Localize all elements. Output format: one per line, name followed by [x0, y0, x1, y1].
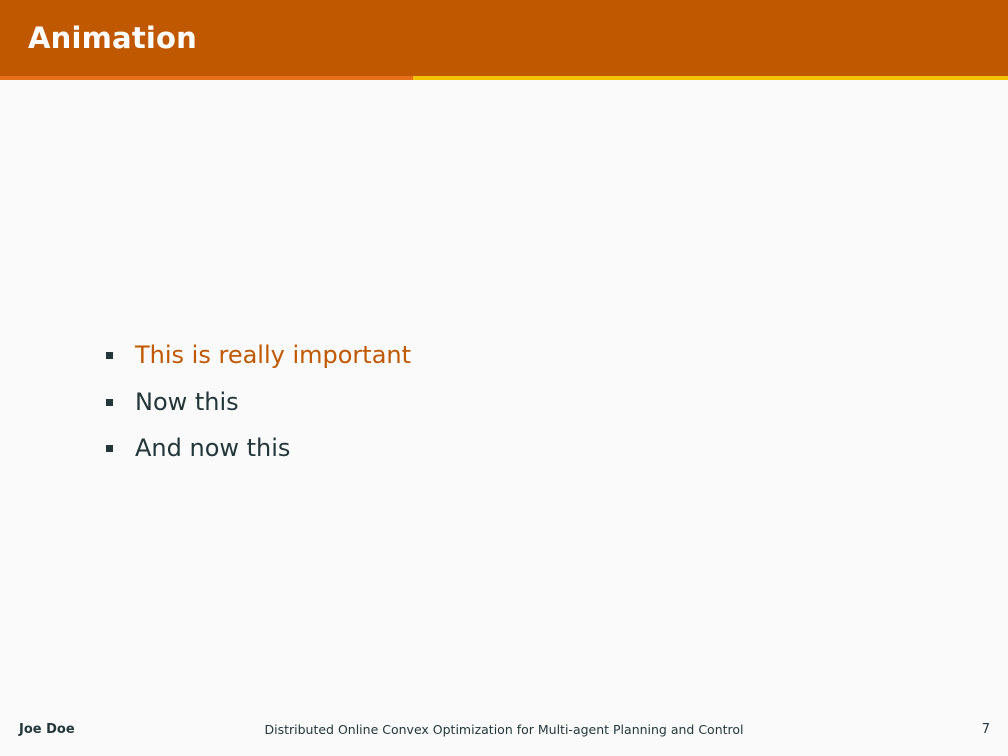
footer-title: Distributed Online Convex Optimization f…	[264, 722, 744, 737]
progress-bar-fill	[0, 76, 414, 80]
page-number: 7	[981, 722, 990, 737]
frame-title: Animation	[28, 21, 197, 55]
list-item: This is really important	[100, 336, 411, 383]
footer-author: Joe Doe	[19, 722, 75, 737]
list-item-text: Now this	[135, 387, 239, 416]
square-bullet-icon	[106, 398, 113, 406]
progress-bar	[0, 76, 1008, 80]
bullet-list: This is really important Now this And no…	[100, 336, 411, 476]
slide: Animation This is really important Now t…	[0, 0, 1008, 756]
square-bullet-icon	[106, 445, 113, 452]
list-item: And now this	[100, 429, 411, 476]
list-item-text: This is really important	[135, 341, 412, 369]
square-bullet-icon	[106, 352, 113, 359]
list-item-text: And now this	[135, 434, 291, 462]
list-item: Now this	[100, 383, 411, 430]
frame-title-bar: Animation	[0, 0, 1008, 76]
